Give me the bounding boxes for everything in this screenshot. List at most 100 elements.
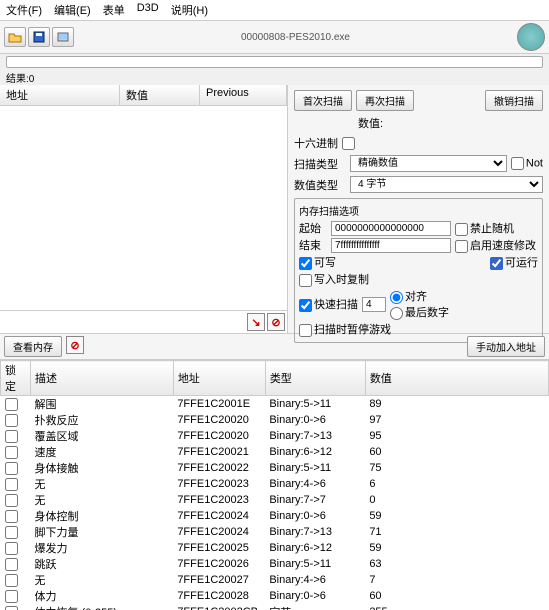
table-row[interactable]: 无7FFE1C20023Binary:4->66 (1, 476, 549, 492)
cell-value: 255 (365, 604, 548, 610)
end-label: 结束 (299, 237, 327, 253)
writable-checkbox[interactable] (299, 257, 312, 270)
value-type-select[interactable]: 4 字节 (350, 176, 543, 193)
lock-checkbox[interactable] (5, 446, 18, 459)
runnable-checkbox[interactable] (490, 257, 503, 270)
table-row[interactable]: 体力恢复 (0-255)7FFE1C2002CB字节255 (1, 604, 549, 610)
table-row[interactable]: 脚下力量7FFE1C20024Binary:7->1371 (1, 524, 549, 540)
lock-checkbox[interactable] (5, 478, 18, 491)
fast-scan-value[interactable] (362, 297, 386, 312)
cell-type: Binary:0->6 (265, 508, 365, 524)
table-row[interactable]: 无7FFE1C20027Binary:4->67 (1, 572, 549, 588)
cell-desc: 覆盖区域 (31, 428, 174, 444)
end-input[interactable] (331, 238, 451, 253)
lock-checkbox[interactable] (5, 398, 18, 411)
last-digit-option[interactable]: 最后数字 (390, 307, 449, 319)
copy-on-write-option[interactable]: 写入时复制 (299, 271, 369, 287)
cell-addr: 7FFE1C20027 (173, 572, 265, 588)
menu-edit[interactable]: 编辑(E) (54, 2, 91, 18)
th-desc[interactable]: 描述 (31, 361, 174, 396)
lock-checkbox[interactable] (5, 606, 18, 610)
table-row[interactable]: 覆盖区域7FFE1C20020Binary:7->1395 (1, 428, 549, 444)
progress-bar (6, 56, 543, 68)
pause-checkbox[interactable] (299, 324, 312, 337)
lock-checkbox[interactable] (5, 494, 18, 507)
settings-gear-icon[interactable] (517, 23, 545, 51)
process-button[interactable] (52, 27, 74, 47)
col-value[interactable]: 数值 (120, 85, 200, 105)
menu-help[interactable]: 说明(H) (171, 2, 208, 18)
results-header: 地址 数值 Previous (0, 85, 287, 106)
table-row[interactable]: 解围7FFE1C2001EBinary:5->1189 (1, 396, 549, 413)
table-row[interactable]: 扑救反应7FFE1C20020Binary:0->697 (1, 412, 549, 428)
cell-type: Binary:4->6 (265, 476, 365, 492)
cell-type: 字节 (265, 604, 365, 610)
align-option[interactable]: 对齐 (390, 291, 427, 303)
lock-checkbox[interactable] (5, 574, 18, 587)
add-manual-button[interactable]: 手动加入地址 (467, 336, 545, 357)
cell-type: Binary:6->12 (265, 444, 365, 460)
scan-type-select[interactable]: 精确数值 (350, 155, 507, 172)
speed-mod-checkbox[interactable] (455, 240, 468, 253)
pause-option[interactable]: 扫描时暂停游戏 (299, 321, 391, 337)
writable-option[interactable]: 可写 (299, 254, 336, 270)
stop-button[interactable]: ⊘ (66, 336, 84, 354)
last-digit-radio[interactable] (390, 307, 403, 320)
lock-checkbox[interactable] (5, 430, 18, 443)
th-lock[interactable]: 锁定 (1, 361, 31, 396)
speed-mod-option[interactable]: 启用速度修改 (455, 237, 536, 253)
col-address[interactable]: 地址 (0, 85, 120, 105)
th-addr[interactable]: 地址 (173, 361, 265, 396)
hex-checkbox[interactable] (342, 137, 355, 150)
open-button[interactable] (4, 27, 26, 47)
cell-desc: 身体接触 (31, 460, 174, 476)
align-radio[interactable] (390, 291, 403, 304)
lock-checkbox[interactable] (5, 462, 18, 475)
col-previous[interactable]: Previous (200, 85, 287, 105)
menu-d3d[interactable]: D3D (137, 2, 159, 18)
process-title: 00000808-PES2010.exe (76, 32, 515, 43)
not-option[interactable]: Not (511, 157, 543, 170)
cell-desc: 无 (31, 476, 174, 492)
lock-checkbox[interactable] (5, 542, 18, 555)
first-scan-button[interactable]: 首次扫描 (294, 90, 352, 111)
table-row[interactable]: 爆发力7FFE1C20025Binary:6->1259 (1, 540, 549, 556)
th-type[interactable]: 类型 (265, 361, 365, 396)
menu-table[interactable]: 表单 (103, 2, 125, 18)
table-row[interactable]: 速度7FFE1C20021Binary:6->1260 (1, 444, 549, 460)
cell-type: Binary:5->11 (265, 460, 365, 476)
lock-checkbox[interactable] (5, 558, 18, 571)
clear-button[interactable]: ↘ (247, 313, 265, 331)
cell-value: 60 (365, 444, 548, 460)
lock-checkbox[interactable] (5, 590, 18, 603)
mid-toolbar: 查看内存 ⊘ 手动加入地址 (0, 333, 549, 360)
runnable-option[interactable]: 可运行 (490, 254, 538, 270)
table-row[interactable]: 体力7FFE1C20028Binary:0->660 (1, 588, 549, 604)
fast-scan-option[interactable]: 快速扫描 (299, 296, 358, 312)
table-row[interactable]: 身体控制7FFE1C20024Binary:0->659 (1, 508, 549, 524)
start-input[interactable] (331, 221, 451, 236)
value-label: 数值: (358, 115, 383, 131)
delete-button[interactable]: ⊘ (267, 313, 285, 331)
rescan-button[interactable]: 再次扫描 (356, 90, 414, 111)
deny-random-checkbox[interactable] (455, 223, 468, 236)
address-table[interactable]: 锁定 描述 地址 类型 数值 解围7FFE1C2001EBinary:5->11… (0, 360, 549, 610)
cell-type: Binary:0->6 (265, 588, 365, 604)
lock-checkbox[interactable] (5, 414, 18, 427)
table-row[interactable]: 身体接触7FFE1C20022Binary:5->1175 (1, 460, 549, 476)
table-row[interactable]: 无7FFE1C20023Binary:7->70 (1, 492, 549, 508)
fast-scan-checkbox[interactable] (299, 299, 312, 312)
lock-checkbox[interactable] (5, 526, 18, 539)
deny-random-option[interactable]: 禁止随机 (455, 220, 514, 236)
lock-checkbox[interactable] (5, 510, 18, 523)
th-value[interactable]: 数值 (365, 361, 548, 396)
view-memory-button[interactable]: 查看内存 (4, 336, 62, 357)
copy-on-write-checkbox[interactable] (299, 274, 312, 287)
save-button[interactable] (28, 27, 50, 47)
table-row[interactable]: 跳跃7FFE1C20026Binary:5->1163 (1, 556, 549, 572)
results-list[interactable] (0, 106, 287, 310)
not-checkbox[interactable] (511, 157, 524, 170)
undo-scan-button[interactable]: 撤销扫描 (485, 90, 543, 111)
menu-file[interactable]: 文件(F) (6, 2, 42, 18)
cell-value: 95 (365, 428, 548, 444)
